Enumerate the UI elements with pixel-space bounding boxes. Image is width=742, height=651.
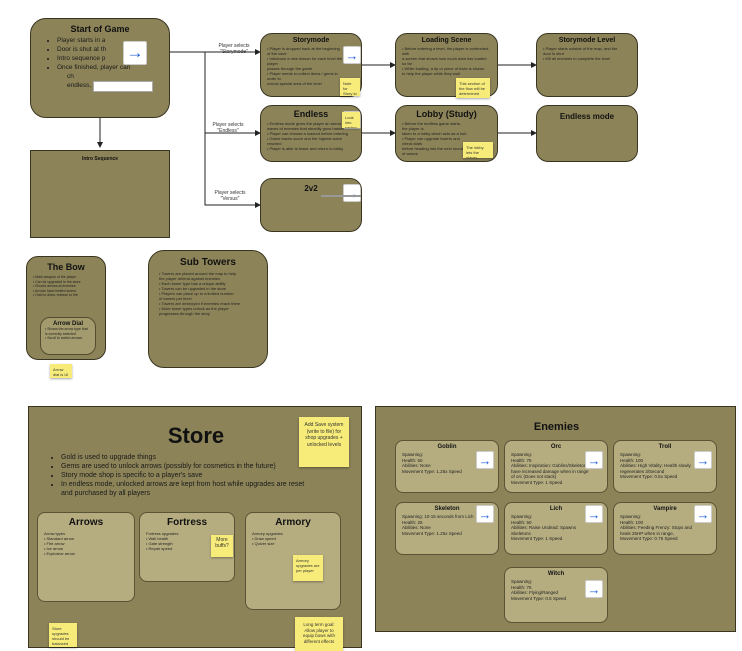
enemy-name: Witch: [547, 571, 565, 577]
start-of-game-node[interactable]: Start of Game Player starts in a Door is…: [30, 18, 170, 118]
dial-line-3: • Scroll to switch arrows: [45, 336, 83, 340]
enemy-name: Goblin: [437, 444, 457, 450]
store-bullet-2: Gems are used to unlock arrows (possibly…: [61, 462, 311, 471]
storymode-level-node[interactable]: Storymode Level • Player starts outside …: [536, 33, 638, 97]
vampire-line-5: Movement Type: 0.75 Speed: [620, 536, 678, 541]
start-bullet-3: Intro sequence p: [57, 54, 169, 63]
arrow-right-icon[interactable]: →: [343, 46, 361, 64]
troll-line-5: Movement Type: 0.5x Speed: [620, 474, 678, 479]
lobby-line-1: • Before the endless game starts, the pl…: [402, 121, 461, 131]
bow-note: Arrow dial is UI for the bow: [50, 364, 72, 378]
arrow-right-icon[interactable]: →: [694, 451, 712, 469]
intro-sequence-node[interactable]: Intro Sequence: [30, 150, 170, 238]
fortress-note: More buffs?: [211, 535, 233, 557]
skeleton-line-4: Movement Type: 1.25x Speed: [402, 530, 462, 536]
storymode-line-4: • Player needs to collect items / gems i…: [267, 71, 338, 81]
store-bullet-1: Gold is used to upgrade things: [61, 453, 311, 462]
save-system-note: Add Save system (write to file) for shop…: [299, 417, 349, 467]
arrow-right-icon[interactable]: →: [585, 451, 603, 469]
arrow-right-icon[interactable]: →: [343, 184, 361, 202]
armory-line-3: • Quiver size: [252, 541, 275, 546]
arrow-right-icon[interactable]: →: [585, 505, 603, 523]
long-term-note: Long term goal: Allow player to equip bo…: [295, 617, 343, 651]
store-bottom-note: Store upgrades should be balanced: [49, 623, 77, 647]
story-level-title: Storymode Level: [558, 37, 616, 44]
enemy-card-lich[interactable]: Lich Spawning: Health: 50 Abilities: Rai…: [504, 502, 608, 555]
edge-label-storymode: Player selects "Storymode": [218, 43, 250, 55]
dial-line-1: • Shows the arrow type that: [45, 327, 88, 331]
start-title: Start of Game: [70, 24, 130, 34]
redacted-box: [93, 81, 153, 92]
enemy-card-skeleton[interactable]: Skeleton Spawning: 10-15 seconds from Li…: [395, 502, 499, 555]
loading-line-4: to help the player while they wait: [402, 71, 460, 76]
edge-label-endless: Player selects "Endless": [212, 122, 244, 134]
arrow-right-icon[interactable]: →: [476, 451, 494, 469]
endless-mode-title: Endless mode: [559, 112, 615, 121]
arrow-right-icon[interactable]: →: [694, 505, 712, 523]
storymode-line-5: unlock special area of the level: [267, 81, 322, 86]
orc-line-6: Movement Type: 1 Speed: [511, 479, 563, 485]
store-bullet-4: In endless mode, unlocked arrows are kep…: [61, 480, 311, 498]
lobby-note: The lobby lets the player prepare before…: [463, 142, 493, 158]
start-bullet-2: Door is shut at th: [57, 45, 169, 54]
arrows-title: Arrows: [68, 517, 104, 528]
lobby-line-3: • Player can upgrade towers and check st…: [402, 136, 460, 146]
arrow-right-icon[interactable]: →: [585, 580, 603, 598]
enemy-card-troll[interactable]: Troll Spawning: Health: 100 Abilities: H…: [613, 440, 717, 493]
enemies-title: Enemies: [533, 421, 580, 433]
edge-start-endless: [204, 52, 261, 136]
versus-node[interactable]: 2v2 →: [260, 178, 362, 232]
bow-title: The Bow: [47, 262, 85, 272]
enemy-card-orc[interactable]: Orc Spawning: Health: 75 Abilities: Insp…: [504, 440, 608, 493]
start-bullet-tail-1: ch: [67, 73, 74, 80]
loading-line-2: a screen that shows how much data has lo…: [402, 56, 487, 66]
lobby-title: Lobby (Study): [416, 109, 477, 119]
storymode-line-2: • Intrdouce a new lesson for each level …: [267, 56, 343, 66]
bow-line-5: • Hold to draw, release to fire: [33, 293, 78, 297]
intro-title: Intro Sequence: [81, 156, 119, 162]
start-bullet-4: Once finished, player can: [57, 63, 169, 72]
storymode-note: Note for Story to be determined: [340, 78, 360, 96]
armory-note: Armory upgrades are per player: [293, 555, 323, 581]
enemy-card-witch[interactable]: Witch Spawning: Health: 75 Abilities: Fl…: [504, 567, 608, 623]
storymode-title: Storymode: [292, 37, 330, 44]
divider-line: [321, 195, 361, 197]
sub-towers-node[interactable]: Sub Towers • Towers are placed around th…: [148, 250, 268, 368]
arrow-right-icon[interactable]: →: [476, 505, 494, 523]
endless-note: Look into saving this section: [342, 112, 360, 128]
endless-line-5: • Player is able to leave and return to …: [267, 146, 344, 151]
arrows-line-5: • Explosive arrow: [44, 551, 75, 556]
arrow-right-icon[interactable]: →: [123, 41, 147, 65]
armory-title: Armory: [275, 517, 311, 528]
story-level-line-3: • Kill all enemies to complete the level: [543, 56, 610, 61]
enemies-panel[interactable]: Enemies Goblin Spawning: Health: 50 Abil…: [375, 406, 736, 632]
storymode-line-1: • Player is dropped back at the beginnin…: [267, 46, 340, 56]
loading-title: Loading Scene: [421, 37, 472, 44]
arrows-card[interactable]: Arrows Arrow types • Standard arrow • Fi…: [37, 512, 135, 602]
enemy-card-goblin[interactable]: Goblin Spawning: Health: 50 Abilities: N…: [395, 440, 499, 493]
endless-line-4: • Game tracks score and the highest wave…: [267, 136, 342, 146]
store-bullet-3: Story mode shop is specific to a player'…: [61, 471, 311, 480]
endless-mode-node[interactable]: Endless mode: [536, 105, 638, 162]
fortress-title: Fortress: [166, 517, 207, 528]
edge-label-versus: Player selects "Versus": [214, 190, 246, 202]
loading-line-1: • Before entering a level, the player is…: [402, 46, 489, 56]
loading-note: This section of the flow will be determi…: [456, 78, 490, 98]
lich-line-5: Movement Type: 1 Speed: [511, 536, 563, 541]
bow-node[interactable]: The Bow • Main weapon of the player • Ca…: [26, 256, 106, 360]
enemy-card-vampire[interactable]: Vampire Spawning: Health: 100 Abilities:…: [613, 502, 717, 555]
arrow-dial-card[interactable]: Arrow Dial • Shows the arrow type that i…: [40, 317, 96, 355]
enemy-name: Orc: [550, 444, 562, 450]
lobby-line-4: before heading into the next round of wa…: [402, 146, 463, 156]
towers-line-9: progresses through the story: [159, 311, 210, 316]
goblin-line-4: Movement Type: 1.25x Speed: [402, 468, 462, 474]
enemy-name: Troll: [658, 444, 672, 450]
store-panel[interactable]: Store Gold is used to upgrade things Gem…: [28, 406, 362, 651]
start-bullet-1: Player starts in a: [57, 36, 169, 45]
towers-title: Sub Towers: [180, 257, 236, 268]
